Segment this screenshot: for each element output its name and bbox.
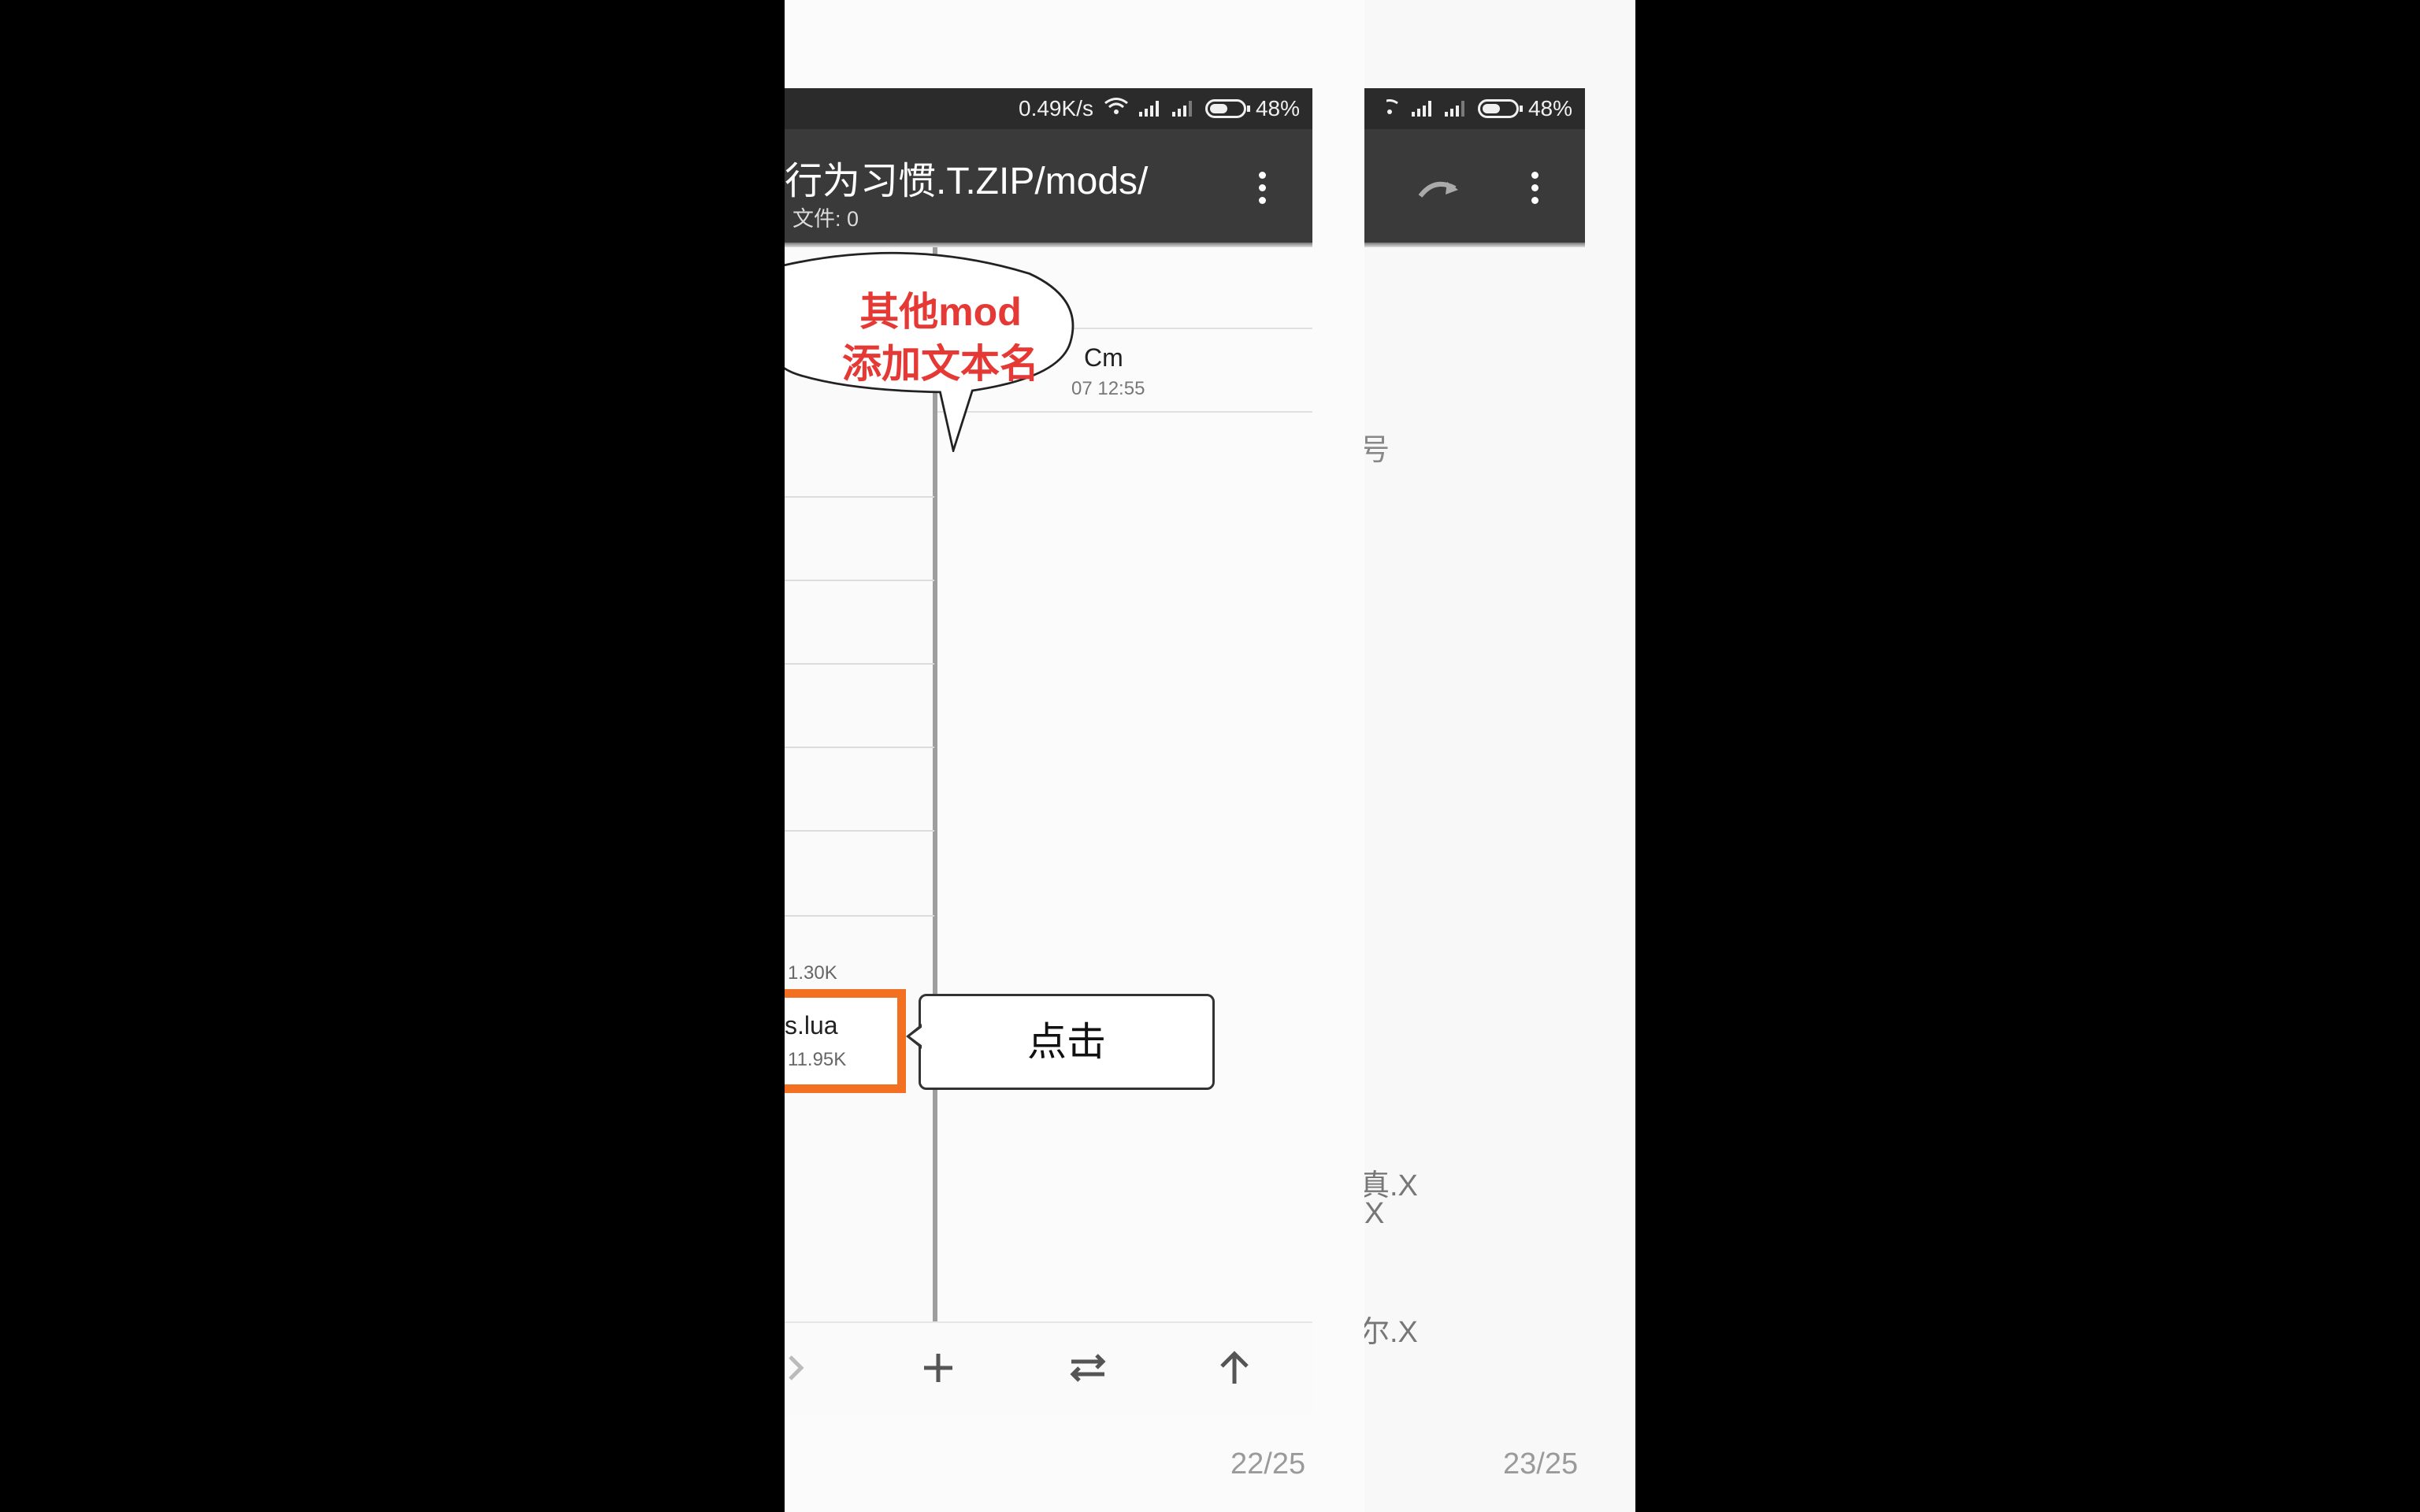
redo-icon[interactable] xyxy=(1404,153,1475,224)
more-options-icon[interactable] xyxy=(1527,165,1542,213)
wifi-icon xyxy=(1103,96,1130,122)
bubble-line-1: 其他mod xyxy=(859,290,1022,334)
add-icon[interactable] xyxy=(903,1332,974,1403)
status-bar: 48% xyxy=(1364,88,1585,129)
highlighted-file-item[interactable] xyxy=(785,989,906,1093)
battery-icon xyxy=(1477,99,1523,118)
row-divider xyxy=(785,747,934,748)
bubble-line-2: 添加文本名 xyxy=(842,342,1039,386)
network-speed: 0.49K/s xyxy=(1019,96,1093,120)
file-size: 11.95K xyxy=(788,1049,847,1070)
bottom-action-bar xyxy=(785,1321,1312,1416)
page-number: 23/25 xyxy=(1503,1447,1579,1480)
battery-level: 48% xyxy=(1527,96,1572,120)
signal-icon xyxy=(1411,101,1435,117)
signal-icon-2 xyxy=(1171,101,1196,117)
slide-23: 48% 号 真.X X 尔.X 23/25 xyxy=(1364,0,1635,1512)
signal-icon xyxy=(1138,101,1163,117)
screen: 0.49K/s 48% 行为习惯.T.ZIP/mods/ 文件: 0 Cm 07… xyxy=(0,0,2420,1512)
signal-icon-2 xyxy=(1444,101,1468,117)
status-bar: 0.49K/s 48% xyxy=(785,88,1312,129)
row-divider xyxy=(785,915,934,917)
row-divider xyxy=(785,830,934,832)
toolbar xyxy=(1364,129,1585,246)
path-title: 行为习惯.T.ZIP/mods/ xyxy=(785,161,1149,202)
more-options-icon[interactable] xyxy=(1254,165,1270,213)
text-fragment: 号 xyxy=(1364,434,1390,467)
battery-icon xyxy=(1204,99,1250,118)
row-divider xyxy=(785,580,934,581)
page-number: 22/25 xyxy=(1230,1447,1306,1480)
file-name: s.lua xyxy=(785,1011,838,1040)
callout-text: 点击 xyxy=(1027,1020,1106,1064)
row-divider xyxy=(785,496,934,498)
wifi-icon xyxy=(1381,96,1402,122)
toolbar-shadow xyxy=(1364,243,1585,247)
text-fragment: 尔.X xyxy=(1364,1316,1418,1349)
slide-22: 0.49K/s 48% 行为习惯.T.ZIP/mods/ 文件: 0 Cm 07… xyxy=(785,0,1364,1512)
toolbar: 行为习惯.T.ZIP/mods/ 文件: 0 xyxy=(785,129,1312,246)
swap-icon[interactable] xyxy=(1052,1332,1123,1403)
file-count: 文件: 0 xyxy=(792,207,859,231)
arrow-up-icon[interactable] xyxy=(1199,1332,1270,1403)
row-divider xyxy=(785,663,934,665)
battery-level: 48% xyxy=(1255,96,1300,120)
chevron-right-icon[interactable] xyxy=(785,1332,832,1403)
file-size: 1.30K xyxy=(788,962,837,984)
text-fragment: X xyxy=(1364,1197,1385,1230)
